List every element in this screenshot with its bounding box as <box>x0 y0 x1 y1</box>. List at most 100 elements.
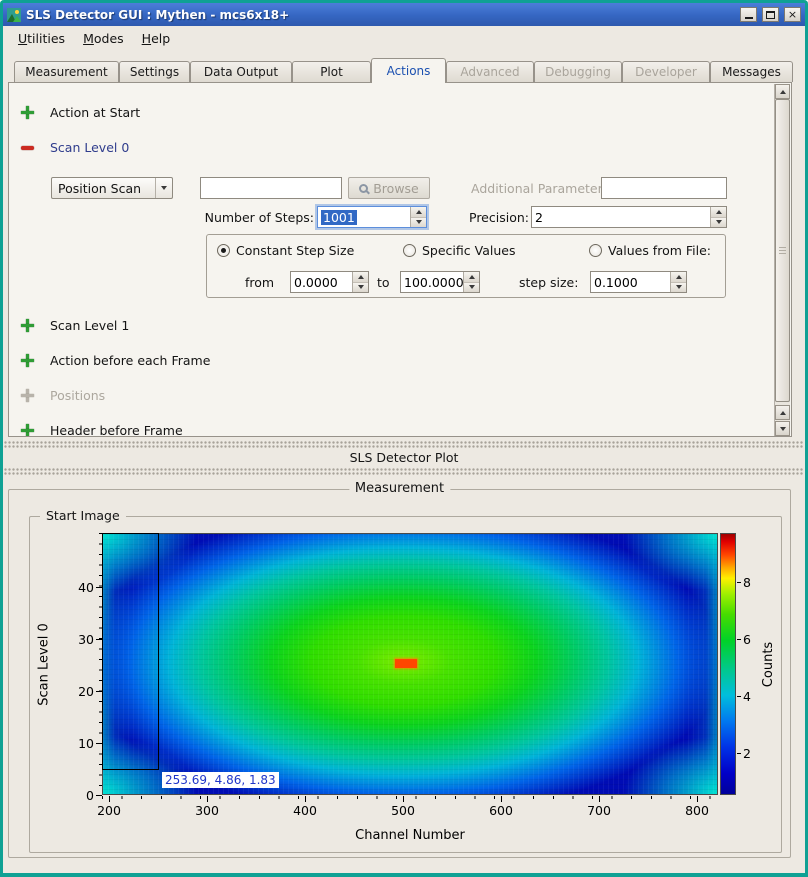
row-action-at-start[interactable]: Action at Start <box>21 104 140 120</box>
maximize-icon <box>766 11 775 19</box>
menu-help[interactable]: Help <box>133 28 180 49</box>
y-tick-label: 0 <box>66 788 94 803</box>
scroll-down-button[interactable] <box>775 421 790 436</box>
spin-up-icon[interactable] <box>671 272 686 282</box>
row-scan-level-0[interactable]: Scan Level 0 <box>21 139 129 155</box>
heatmap-plot[interactable] <box>102 533 718 795</box>
vertical-scrollbar[interactable] <box>774 84 790 437</box>
from-spinbox[interactable]: 0.0000 <box>290 271 369 293</box>
browse-button: Browse <box>348 177 430 199</box>
spin-up-icon[interactable] <box>353 272 368 282</box>
splitter-handle-bottom[interactable] <box>4 468 804 475</box>
y-axis-title: Scan Level 0 <box>30 533 58 795</box>
scroll-up-button[interactable] <box>775 84 790 99</box>
radio-unselected-icon[interactable] <box>589 244 602 257</box>
y-tick-label: 10 <box>66 736 94 751</box>
precision-spinbox[interactable]: 2 <box>531 206 727 228</box>
close-button[interactable]: × <box>784 7 801 22</box>
number-of-steps-spinbox[interactable]: 1001 <box>317 206 427 228</box>
maximize-button[interactable] <box>762 7 779 22</box>
app-icon <box>7 8 21 22</box>
radio-selected-icon[interactable] <box>217 244 230 257</box>
scan-mode-select[interactable]: Position Scan <box>51 177 173 199</box>
spin-down-icon[interactable] <box>711 217 726 228</box>
x-tick-label: 500 <box>388 803 418 818</box>
from-value: 0.0000 <box>291 272 352 292</box>
menu-utilities[interactable]: Utilities <box>9 28 74 49</box>
scan-script-input[interactable] <box>200 177 342 199</box>
tab-settings[interactable]: Settings <box>119 61 190 82</box>
expand-plus-icon[interactable] <box>21 354 34 367</box>
tab-data-output[interactable]: Data Output <box>190 61 292 82</box>
spin-down-icon[interactable] <box>671 282 686 293</box>
measurement-groupbox: Measurement Start Image Scan Level 0 40 … <box>8 489 791 858</box>
colorbar <box>720 533 736 795</box>
spin-down-icon[interactable] <box>353 282 368 293</box>
scroll-up-button-bottom[interactable] <box>775 405 790 420</box>
x-tick-label: 200 <box>94 803 124 818</box>
y-tick-label: 40 <box>66 580 94 595</box>
expand-plus-icon[interactable] <box>21 424 34 437</box>
tabbar: Measurement Settings Data Output Plot Ac… <box>14 58 793 83</box>
spin-down-icon[interactable] <box>464 282 479 293</box>
y-tick-label: 20 <box>66 684 94 699</box>
collapse-minus-icon[interactable] <box>21 141 34 154</box>
radio-specific-values[interactable]: Specific Values <box>403 243 515 258</box>
row-header-before-frame[interactable]: Header before Frame <box>21 422 183 437</box>
spin-up-icon[interactable] <box>711 207 726 217</box>
spin-up-icon[interactable] <box>411 207 426 217</box>
step-size-spinbox[interactable]: 0.1000 <box>590 271 687 293</box>
colorbar-tick <box>737 639 741 640</box>
additional-parameter-input[interactable] <box>601 177 727 199</box>
tab-actions[interactable]: Actions <box>371 58 446 83</box>
measurement-group-title: Measurement <box>349 481 450 496</box>
additional-parameter-label: Additional Parameter: <box>471 181 607 196</box>
menu-modes[interactable]: Modes <box>74 28 133 49</box>
expand-plus-icon[interactable] <box>21 319 34 332</box>
arrow-up-icon <box>780 411 786 415</box>
spin-up-icon[interactable] <box>464 272 479 282</box>
radio-values-from-file[interactable]: Values from File: <box>589 243 711 258</box>
row-action-before-each-frame[interactable]: Action before each Frame <box>21 352 210 368</box>
tab-plot[interactable]: Plot <box>292 61 371 82</box>
minimize-button[interactable] <box>740 7 757 22</box>
x-tick-label: 400 <box>290 803 320 818</box>
precision-value: 2 <box>532 207 710 227</box>
tab-messages[interactable]: Messages <box>710 61 793 82</box>
window-frame-left <box>0 0 3 877</box>
actions-panel: Action at Start Scan Level 0 Position Sc… <box>8 82 792 437</box>
colorbar-tick <box>737 753 741 754</box>
arrow-down-icon <box>780 427 786 431</box>
start-image-groupbox: Start Image Scan Level 0 40 30 20 10 0 2… <box>29 516 782 853</box>
precision-label: Precision: <box>469 210 529 225</box>
row-scan-level-1[interactable]: Scan Level 1 <box>21 317 129 333</box>
heatmap-peak-marker <box>395 659 417 668</box>
spin-down-icon[interactable] <box>411 217 426 228</box>
scrollbar-thumb[interactable] <box>775 99 790 402</box>
window-frame-top <box>0 0 808 3</box>
cursor-readout-tooltip: 253.69, 4.86, 1.83 <box>162 772 279 788</box>
to-spinbox[interactable]: 100.0000 <box>400 271 480 293</box>
browse-search-icon <box>359 184 368 193</box>
browse-label: Browse <box>373 181 419 196</box>
from-label: from <box>245 275 274 290</box>
scan-mode-value: Position Scan <box>52 181 155 196</box>
chevron-down-icon[interactable] <box>155 178 172 198</box>
to-value: 100.0000 <box>401 272 463 292</box>
titlebar[interactable]: SLS Detector GUI : Mythen - mcs6x18+ × <box>3 3 805 26</box>
zoom-selection-rect <box>102 533 159 770</box>
app-window: SLS Detector GUI : Mythen - mcs6x18+ × U… <box>0 0 808 877</box>
radio-constant-step-size[interactable]: Constant Step Size <box>217 243 354 258</box>
radio-unselected-icon[interactable] <box>403 244 416 257</box>
expand-plus-icon-disabled <box>21 389 34 402</box>
close-icon: × <box>788 9 797 20</box>
arrow-up-icon <box>780 90 786 94</box>
splitter-handle-top[interactable] <box>4 441 804 448</box>
tab-measurement[interactable]: Measurement <box>14 61 119 82</box>
constant-step-label: Constant Step Size <box>236 243 354 258</box>
specific-values-label: Specific Values <box>422 243 515 258</box>
tab-advanced: Advanced <box>446 61 534 82</box>
start-image-title: Start Image <box>40 508 126 523</box>
x-tick-label: 800 <box>682 803 712 818</box>
expand-plus-icon[interactable] <box>21 106 34 119</box>
